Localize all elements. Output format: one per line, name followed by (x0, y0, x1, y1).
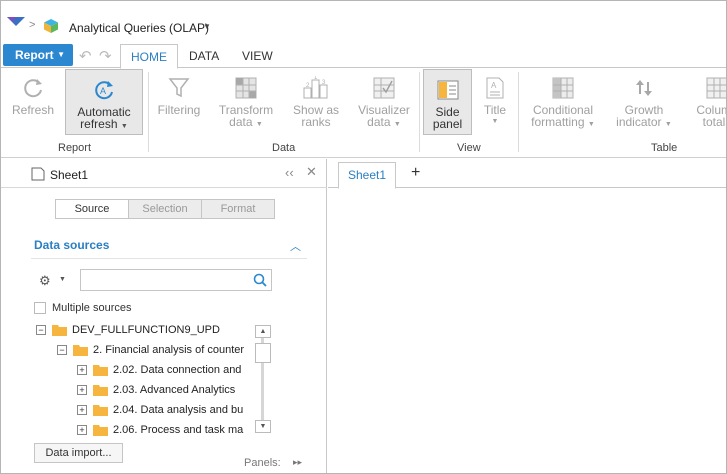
side-panel-header: Sheet1 ‹‹ ✕ (1, 159, 327, 188)
divider (148, 72, 149, 152)
auto-refresh-icon: A (95, 81, 113, 100)
folder-icon (52, 325, 67, 336)
tab-source[interactable]: Source (55, 199, 129, 219)
folder-icon (93, 425, 108, 436)
folder-icon (93, 365, 108, 376)
scroll-up-icon[interactable]: ▲ (255, 325, 271, 338)
undo-icon[interactable]: ↶ (79, 47, 92, 65)
title-button[interactable]: A Title ▼ (479, 68, 511, 128)
transform-grid-icon (235, 77, 257, 99)
group-label-data: Data (272, 142, 296, 154)
growth-arrows-icon (636, 80, 652, 96)
expand-toggle-icon[interactable]: + (77, 425, 87, 435)
expand-toggle-icon[interactable]: + (77, 405, 87, 415)
gear-icon[interactable]: ⚙ (39, 273, 51, 289)
add-sheet-button[interactable]: + (411, 164, 420, 182)
folder-icon (93, 385, 108, 396)
multiple-sources-label: Multiple sources (52, 302, 132, 314)
tab-sheet1[interactable]: Sheet1 (338, 162, 396, 189)
filtering-button[interactable]: Filtering (153, 68, 205, 116)
sheet-icon (31, 167, 45, 181)
close-icon[interactable]: ✕ (306, 164, 317, 180)
title-icon: A (486, 77, 504, 99)
svg-text:A: A (491, 81, 497, 90)
tree-scrollbar[interactable]: ▲ ▼ (255, 325, 271, 435)
scroll-down-icon[interactable]: ▼ (255, 420, 271, 433)
column-totals-icon (706, 77, 726, 99)
title-bar: > Analytical Queries (OLAP) ▼ (1, 1, 726, 41)
refresh-button[interactable]: Refresh (7, 68, 59, 116)
tab-view[interactable]: VIEW (232, 44, 283, 69)
visualizer-data-button[interactable]: Visualizer data ▼ (353, 68, 415, 131)
chevron-down-icon: ▼ (57, 50, 65, 59)
group-label-view: View (457, 142, 481, 154)
expand-panels-icon[interactable]: ▸▸ (293, 457, 302, 468)
expand-toggle-icon[interactable]: + (77, 365, 87, 375)
transform-data-button[interactable]: Transform data ▼ (213, 68, 279, 131)
scrollbar-thumb[interactable] (255, 343, 271, 363)
collapse-toggle-icon[interactable]: − (57, 345, 67, 355)
report-label: Report (15, 48, 54, 62)
ranks-icon: 2 1 3 (303, 76, 328, 99)
tab-home[interactable]: HOME (120, 44, 178, 69)
chevron-down-icon: ▼ (664, 121, 672, 128)
ribbon-toolbar: Refresh A Automatic refresh ▼ Filtering (1, 68, 726, 158)
redo-icon[interactable]: ↷ (99, 47, 112, 65)
tab-format[interactable]: Format (201, 199, 275, 219)
ribbon-tabs: Report ▼ ↶ ↷ HOME DATA VIEW (1, 41, 726, 69)
folder-icon (93, 405, 108, 416)
side-panel-icon (437, 80, 458, 100)
sheet-tabs: Sheet1 + (328, 159, 726, 189)
growth-indicator-button[interactable]: Growth indicator ▼ (611, 68, 677, 131)
conditional-formatting-button[interactable]: Conditional formatting ▼ (527, 68, 599, 131)
panels-label: Panels: (244, 457, 281, 469)
svg-text:A: A (100, 86, 106, 96)
group-label-report: Report (58, 142, 92, 154)
refresh-icon (24, 79, 42, 98)
app-window: > Analytical Queries (OLAP) ▼ Report ▼ ↶… (0, 0, 727, 474)
page-title[interactable]: Analytical Queries (OLAP) (69, 21, 209, 35)
data-sources-heading[interactable]: Data sources (34, 238, 109, 252)
funnel-icon (168, 78, 190, 98)
divider (419, 72, 420, 152)
multiple-sources-checkbox[interactable] (34, 302, 46, 314)
title-dropdown-icon[interactable]: ▼ (203, 22, 211, 31)
chevron-down-icon: ▼ (491, 118, 499, 125)
conditional-format-icon (552, 77, 574, 99)
tree-item[interactable]: + 2.02. Data connection and (77, 362, 251, 380)
tree-item[interactable]: − 2. Financial analysis of counter (57, 342, 251, 360)
side-panel-button[interactable]: Side panel (423, 69, 472, 135)
chevron-down-icon[interactable]: ▼ (59, 276, 66, 283)
collapse-panel-icon[interactable]: ‹‹ (285, 165, 294, 180)
tab-selection[interactable]: Selection (128, 199, 202, 219)
report-menu-button[interactable]: Report ▼ (3, 44, 73, 66)
column-totals-button[interactable]: Column totals (687, 68, 726, 128)
chevron-up-icon[interactable]: ︿ (290, 238, 301, 254)
chevron-down-icon: ▼ (255, 121, 263, 128)
expand-toggle-icon[interactable]: + (77, 385, 87, 395)
data-import-button[interactable]: Data import... (34, 443, 123, 463)
group-label-table: Table (651, 142, 678, 154)
chevron-down-icon: ▼ (120, 123, 128, 130)
divider (518, 72, 519, 152)
tab-data[interactable]: DATA (179, 44, 229, 69)
collapse-toggle-icon[interactable]: − (36, 325, 46, 335)
sheet-name: Sheet1 (50, 168, 89, 182)
app-logo-icon[interactable] (7, 17, 25, 27)
show-as-ranks-button[interactable]: 2 1 3 Show as ranks (285, 68, 347, 128)
automatic-refresh-button[interactable]: A Automatic refresh ▼ (65, 69, 143, 135)
visualizer-icon (373, 77, 395, 99)
divider (31, 258, 307, 259)
folder-icon (73, 345, 88, 356)
olap-cube-icon (44, 19, 58, 33)
tree-item[interactable]: + 2.06. Process and task ma (77, 422, 251, 440)
chevron-down-icon: ▼ (587, 121, 595, 128)
tree-item[interactable]: + 2.03. Advanced Analytics (77, 382, 251, 400)
chevron-down-icon: ▼ (393, 121, 401, 128)
search-input[interactable] (80, 269, 272, 291)
breadcrumb-separator: > (29, 19, 36, 31)
search-icon[interactable] (253, 273, 267, 287)
tree-item[interactable]: − DEV_FULLFUNCTION9_UPD (36, 322, 251, 340)
tree-item[interactable]: + 2.04. Data analysis and bu (77, 402, 251, 420)
